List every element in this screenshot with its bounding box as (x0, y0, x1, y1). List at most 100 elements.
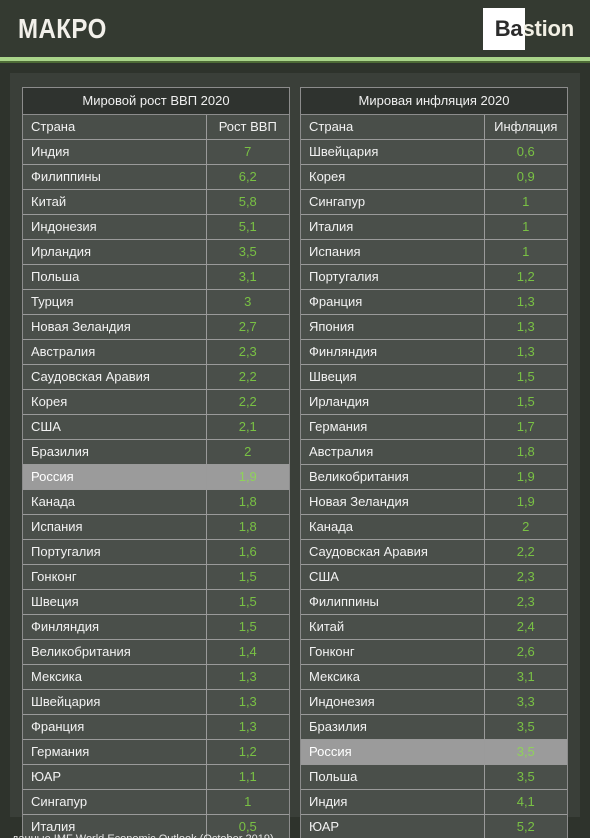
table-row: Индия 4,1 (301, 789, 568, 815)
row-country: Гонконг (23, 564, 206, 590)
row-country: Новая Зеландия (301, 489, 484, 515)
row-country: Индия (301, 789, 484, 815)
gdp-table-header-row: Страна Рост ВВП (23, 114, 290, 140)
row-country: Филиппины (23, 164, 206, 190)
table-row: Франция 1,3 (23, 714, 290, 740)
row-value: 1 (483, 214, 568, 240)
row-country: Канада (301, 514, 484, 540)
row-value: 3 (205, 289, 290, 315)
row-country: США (301, 564, 484, 590)
table-row: Мексика 1,3 (23, 664, 290, 690)
row-value: 2,3 (483, 564, 568, 590)
table-row: Великобритания 1,4 (23, 639, 290, 665)
row-value: 1,3 (483, 289, 568, 315)
table-row: Швеция 1,5 (23, 589, 290, 615)
row-country: Индонезия (301, 689, 484, 715)
row-value: 1 (483, 189, 568, 215)
table-row: Португалия 1,2 (301, 264, 568, 290)
row-country: Бразилия (301, 714, 484, 740)
row-country: Испания (301, 239, 484, 265)
table-row: Индонезия 5,1 (23, 214, 290, 240)
table-row: Финляндия 1,5 (23, 614, 290, 640)
row-value: 5,8 (205, 189, 290, 215)
row-value: 2,3 (205, 339, 290, 365)
table-row: ЮАР 5,2 (301, 814, 568, 838)
table-row: Испания 1,8 (23, 514, 290, 540)
row-value: 1,5 (205, 564, 290, 590)
row-country: Канада (23, 489, 206, 515)
table-row: Новая Зеландия 1,9 (301, 489, 568, 515)
table-row: Саудовская Аравия 2,2 (23, 364, 290, 390)
row-country: Турция (23, 289, 206, 315)
row-value: 1,1 (205, 764, 290, 790)
table-row: Италия 1 (301, 214, 568, 240)
row-value: 1,5 (205, 589, 290, 615)
row-value: 1,4 (205, 639, 290, 665)
table-row: Финляндия 1,3 (301, 339, 568, 365)
logo-text: Bastion (483, 8, 574, 50)
row-country: Германия (301, 414, 484, 440)
row-country: Корея (23, 389, 206, 415)
row-value: 6,2 (205, 164, 290, 190)
row-country: Китай (301, 614, 484, 640)
table-row: Швейцария 0,6 (301, 139, 568, 165)
table-row: Саудовская Аравия 2,2 (301, 539, 568, 565)
row-country: Австралия (23, 339, 206, 365)
row-country: Китай (23, 189, 206, 215)
row-country: Ирландия (301, 389, 484, 415)
table-row: Швеция 1,5 (301, 364, 568, 390)
inflation-col-value: Инфляция (483, 114, 568, 140)
table-row: США 2,1 (23, 414, 290, 440)
table-row: Турция 3 (23, 289, 290, 315)
table-row: Ирландия 1,5 (301, 389, 568, 415)
row-country: Новая Зеландия (23, 314, 206, 340)
row-value: 1,3 (483, 339, 568, 365)
table-row: Великобритания 1,9 (301, 464, 568, 490)
row-country: Испания (23, 514, 206, 540)
row-country: Великобритания (301, 464, 484, 490)
row-value: 3,5 (483, 714, 568, 740)
inflation-table-body: Швейцария 0,6 Корея 0,9 Сингапур 1 Италия 1 Испа… (301, 139, 568, 838)
row-value: 3,1 (483, 664, 568, 690)
inflation-table-title-row: Мировая инфляция 2020 (301, 88, 568, 115)
table-row: Новая Зеландия 2,7 (23, 314, 290, 340)
table-row: Ирландия 3,5 (23, 239, 290, 265)
row-country: Великобритания (23, 639, 206, 665)
table-row: Канада 1,8 (23, 489, 290, 515)
table-row: Китай 2,4 (301, 614, 568, 640)
row-value: 1 (483, 239, 568, 265)
row-country: Россия (301, 739, 484, 765)
table-row: Сингапур 1 (301, 189, 568, 215)
table-row: Филиппины 2,3 (301, 589, 568, 615)
inflation-table-title: Мировая инфляция 2020 (301, 88, 568, 115)
row-country: Мексика (301, 664, 484, 690)
row-value: 5,1 (205, 214, 290, 240)
row-country: США (23, 414, 206, 440)
row-country: Германия (23, 739, 206, 765)
table-row: Мексика 3,1 (301, 664, 568, 690)
row-country: Индия (23, 139, 206, 165)
row-value: 3,5 (205, 239, 290, 265)
row-value: 1,3 (205, 714, 290, 740)
row-value: 3,1 (205, 264, 290, 290)
table-row: Франция 1,3 (301, 289, 568, 315)
row-value: 1,8 (205, 514, 290, 540)
row-value: 2 (483, 514, 568, 540)
row-value: 2,4 (483, 614, 568, 640)
row-country: Швеция (23, 589, 206, 615)
table-row: Испания 1 (301, 239, 568, 265)
table-row: Бразилия 3,5 (301, 714, 568, 740)
row-country: Сингапур (23, 789, 206, 815)
table-row: Сингапур 1 (23, 789, 290, 815)
table-row: Китай 5,8 (23, 189, 290, 215)
logo-text-dark: Ba (494, 15, 523, 41)
row-country: Франция (301, 289, 484, 315)
row-value: 1,3 (205, 664, 290, 690)
row-country: Португалия (23, 539, 206, 565)
row-country: Франция (23, 714, 206, 740)
row-value: 1,3 (205, 689, 290, 715)
row-value: 2,3 (483, 589, 568, 615)
row-country: ЮАР (23, 764, 206, 790)
logo-text-light: stion (522, 15, 574, 41)
row-country: Япония (301, 314, 484, 340)
